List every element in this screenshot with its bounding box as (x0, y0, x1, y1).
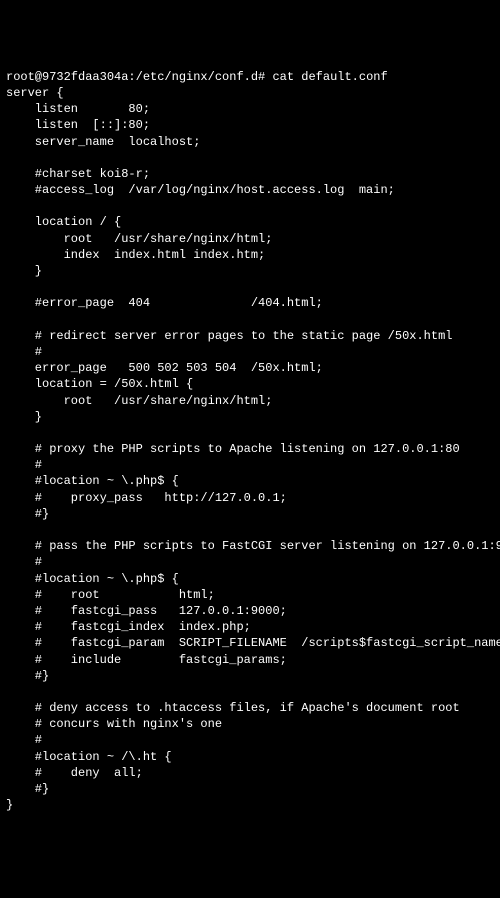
output-line: # (6, 458, 42, 472)
output-line: #charset koi8-r; (6, 167, 150, 181)
output-line: #error_page 404 /404.html; (6, 296, 323, 310)
output-line: # deny access to .htaccess files, if Apa… (6, 701, 460, 715)
output-line: # fastcgi_index index.php; (6, 620, 251, 634)
output-line: # (6, 345, 42, 359)
output-line: } (6, 264, 42, 278)
shell-prompt: root@9732fdaa304a:/etc/nginx/conf.d# (6, 70, 272, 84)
output-line: #access_log /var/log/nginx/host.access.l… (6, 183, 395, 197)
output-line: root /usr/share/nginx/html; (6, 394, 272, 408)
output-line: # include fastcgi_params; (6, 653, 287, 667)
output-line: #location ~ \.php$ { (6, 474, 179, 488)
output-line: # proxy the PHP scripts to Apache listen… (6, 442, 460, 456)
output-line: #} (6, 782, 49, 796)
output-line: #location ~ \.php$ { (6, 572, 179, 586)
output-line: # (6, 555, 42, 569)
output-line: #location ~ /\.ht { (6, 750, 172, 764)
output-line: } (6, 410, 42, 424)
output-line: listen 80; (6, 102, 150, 116)
output-line: # (6, 733, 42, 747)
output-line: location = /50x.html { (6, 377, 193, 391)
output-line: index index.html index.htm; (6, 248, 265, 262)
output-line: location / { (6, 215, 121, 229)
output-line: error_page 500 502 503 504 /50x.html; (6, 361, 323, 375)
output-line: } (6, 798, 13, 812)
shell-command: cat default.conf (272, 70, 387, 84)
output-line: listen [::]:80; (6, 118, 150, 132)
output-line: server { (6, 86, 64, 100)
terminal-output: root@9732fdaa304a:/etc/nginx/conf.d# cat… (6, 69, 494, 814)
output-line: #} (6, 669, 49, 683)
output-line: # fastcgi_pass 127.0.0.1:9000; (6, 604, 287, 618)
output-line: # pass the PHP scripts to FastCGI server… (6, 539, 500, 553)
output-line: # fastcgi_param SCRIPT_FILENAME /scripts… (6, 636, 500, 650)
output-line: #} (6, 507, 49, 521)
output-line: # concurs with nginx's one (6, 717, 222, 731)
output-line: # redirect server error pages to the sta… (6, 329, 452, 343)
output-line: # proxy_pass http://127.0.0.1; (6, 491, 287, 505)
output-line: # root html; (6, 588, 215, 602)
output-line: server_name localhost; (6, 135, 200, 149)
output-line: # deny all; (6, 766, 143, 780)
output-line: root /usr/share/nginx/html; (6, 232, 272, 246)
